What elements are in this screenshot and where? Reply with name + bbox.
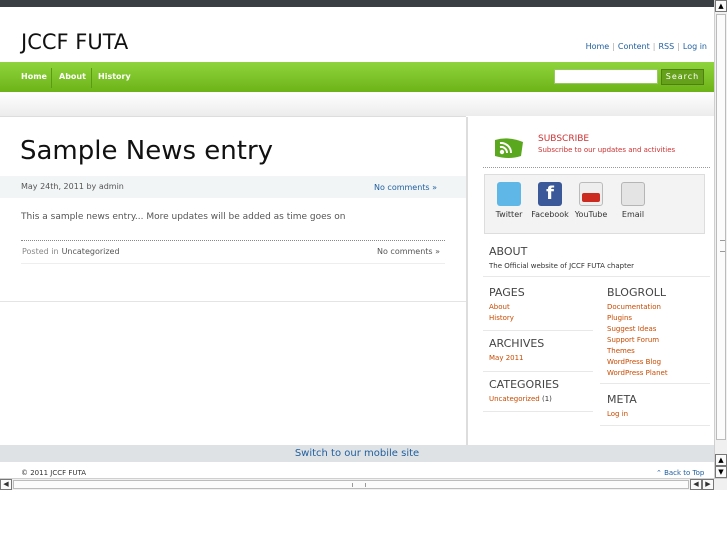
meta-link-login[interactable]: Log in xyxy=(607,409,628,420)
social-facebook[interactable]: f Facebook xyxy=(530,182,570,219)
blogroll-link[interactable]: Documentation xyxy=(607,302,668,313)
mobile-switch-link[interactable]: Switch to our mobile site xyxy=(0,445,714,462)
archive-link[interactable]: May 2011 xyxy=(489,353,524,364)
column-divider xyxy=(466,117,468,445)
post-comments-link-bottom[interactable]: No comments » xyxy=(377,247,440,256)
blogroll-link[interactable]: Support Forum xyxy=(607,335,668,346)
top-link-rss[interactable]: RSS xyxy=(658,42,674,51)
posted-in-label: Posted in xyxy=(22,247,59,256)
pages-title: PAGES xyxy=(489,286,525,299)
archives-list: May 2011 xyxy=(489,353,524,364)
post-comments-link[interactable]: No comments » xyxy=(374,183,437,192)
divider xyxy=(483,411,593,412)
search-input[interactable] xyxy=(554,69,658,84)
blogroll-link[interactable]: Suggest Ideas xyxy=(607,324,668,335)
about-text: The Official website of JCCF FUTA chapte… xyxy=(489,262,635,270)
divider xyxy=(21,240,445,241)
divider xyxy=(0,301,466,302)
facebook-icon: f xyxy=(538,182,562,206)
divider xyxy=(483,330,593,331)
divider xyxy=(21,263,445,264)
archives-title: ARCHIVES xyxy=(489,337,545,350)
social-label: Twitter xyxy=(495,210,523,219)
divider xyxy=(600,383,710,384)
blogroll-link[interactable]: WordPress Blog xyxy=(607,357,668,368)
divider xyxy=(483,167,710,168)
scroll-up-arrow-icon[interactable]: ▲ xyxy=(715,454,727,466)
horizontal-scrollbar[interactable]: ◀ ◀ ▶ xyxy=(0,478,727,490)
divider xyxy=(483,276,710,277)
email-icon xyxy=(621,182,645,206)
categories-list: Uncategorized (1) xyxy=(489,394,552,405)
meta-list: Log in xyxy=(607,409,628,420)
vertical-scroll-thumb[interactable] xyxy=(716,14,726,440)
scroll-left-arrow-icon[interactable]: ◀ xyxy=(690,479,702,490)
browser-top-strip xyxy=(0,0,727,7)
social-email[interactable]: Email xyxy=(613,182,653,219)
subscribe-title[interactable]: SUBSCRIBE xyxy=(538,134,589,144)
social-label: Facebook xyxy=(531,210,569,219)
top-link-content[interactable]: Content xyxy=(618,42,650,51)
page-link-history[interactable]: History xyxy=(489,313,514,324)
top-links: Home | Content | RSS | Log in xyxy=(585,42,707,51)
divider xyxy=(0,116,466,117)
nav-divider xyxy=(51,68,52,88)
subscribe-desc: Subscribe to our updates and activities xyxy=(538,146,676,154)
post-date-author: May 24th, 2011 by admin xyxy=(21,182,124,191)
post-title[interactable]: Sample News entry xyxy=(20,136,273,166)
nav-item-about[interactable]: About xyxy=(59,72,86,81)
social-youtube[interactable]: YouTube xyxy=(571,182,611,219)
search-button[interactable]: Search xyxy=(661,69,704,85)
pages-list: About History xyxy=(489,302,514,324)
social-links: Twitter f Facebook YouTube Email xyxy=(484,174,705,234)
category-count: (1) xyxy=(541,395,552,403)
top-link-login[interactable]: Log in xyxy=(683,42,707,51)
twitter-icon xyxy=(497,182,521,206)
nav-divider xyxy=(91,68,92,88)
page-link-about[interactable]: About xyxy=(489,302,514,313)
social-label: Email xyxy=(621,210,645,219)
top-link-home[interactable]: Home xyxy=(586,42,610,51)
scroll-up-arrow-icon[interactable]: ▲ xyxy=(715,0,727,12)
scroll-right-arrow-icon[interactable]: ▶ xyxy=(702,479,714,490)
blogroll-link[interactable]: Plugins xyxy=(607,313,668,324)
post-body: This a sample news entry... More updates… xyxy=(21,212,346,222)
blogroll-list: Documentation Plugins Suggest Ideas Supp… xyxy=(607,302,668,379)
rss-icon[interactable] xyxy=(493,136,525,160)
nav-item-history[interactable]: History xyxy=(98,72,131,81)
blogroll-title: BLOGROLL xyxy=(607,286,667,299)
divider xyxy=(483,371,593,372)
header-shade xyxy=(0,92,714,116)
youtube-icon xyxy=(579,182,603,206)
category-link[interactable]: Uncategorized xyxy=(62,247,120,256)
category-link[interactable]: Uncategorized xyxy=(489,395,540,403)
meta-title: META xyxy=(607,393,637,406)
nav-item-home[interactable]: Home xyxy=(21,72,47,81)
divider xyxy=(600,425,710,426)
scroll-down-arrow-icon[interactable]: ▼ xyxy=(715,466,727,478)
social-label: YouTube xyxy=(574,210,608,219)
footer-copyright: © 2011 JCCF FUTA xyxy=(21,469,87,477)
vertical-scrollbar[interactable]: ▲ ▲ ▼ xyxy=(714,0,727,478)
back-to-top-link[interactable]: ⌃ Back to Top xyxy=(656,469,704,477)
site-title[interactable]: JCCF FUTA xyxy=(21,30,128,54)
categories-title: CATEGORIES xyxy=(489,378,560,391)
social-twitter[interactable]: Twitter xyxy=(489,182,529,219)
blogroll-link[interactable]: WordPress Planet xyxy=(607,368,668,379)
scroll-left-arrow-icon[interactable]: ◀ xyxy=(0,479,12,490)
blogroll-link[interactable]: Themes xyxy=(607,346,668,357)
about-title: ABOUT xyxy=(489,245,528,258)
post-category: Posted in Uncategorized xyxy=(22,247,120,256)
horizontal-scroll-thumb[interactable] xyxy=(13,480,689,489)
